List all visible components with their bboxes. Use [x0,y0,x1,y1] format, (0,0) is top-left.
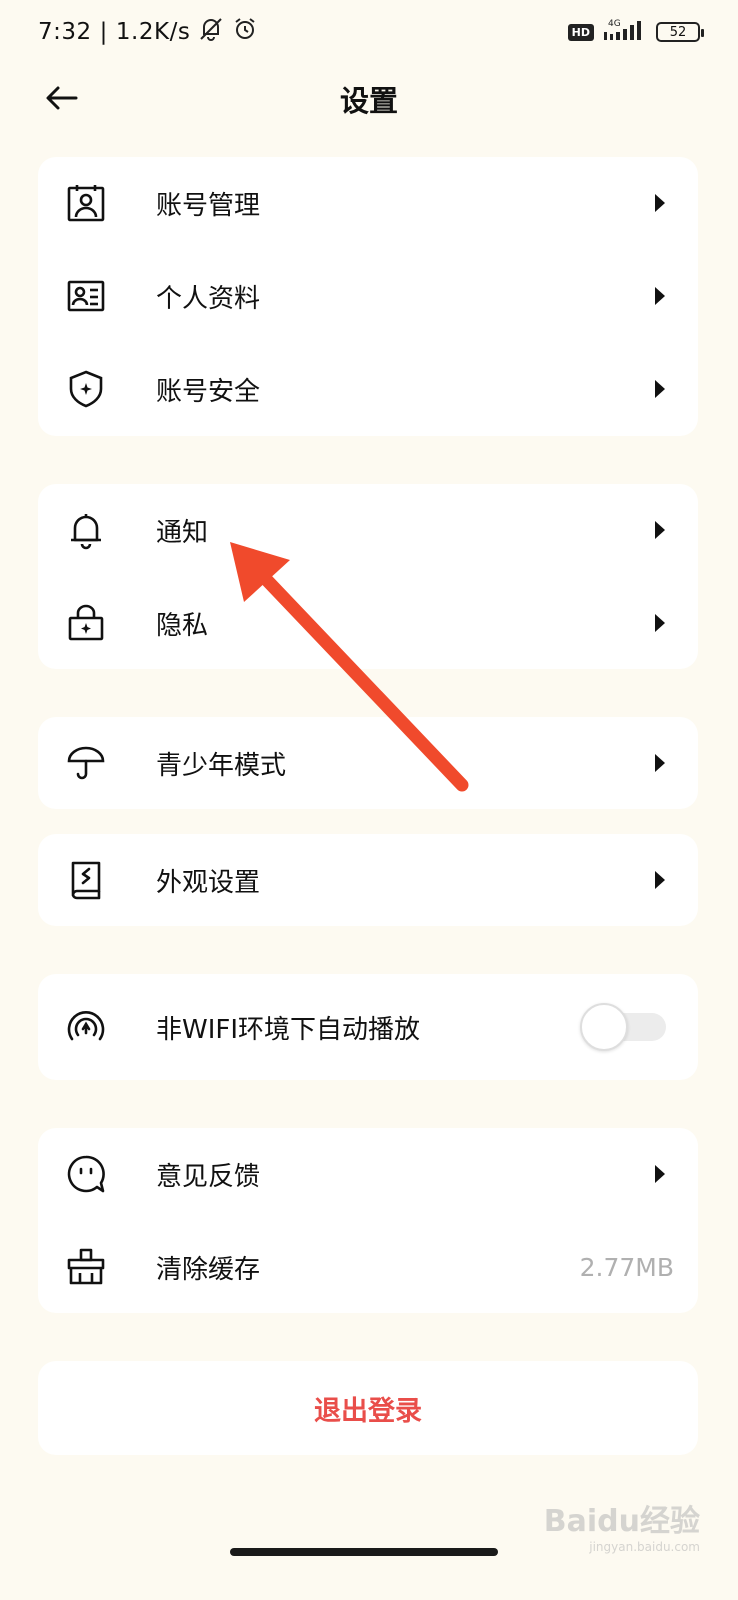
umbrella-icon [64,741,108,785]
feedback-row[interactable]: 意见反馈 [38,1128,698,1220]
appearance-card: 外观设置 [38,834,698,926]
page-title: 设置 [339,84,398,118]
home-indicator[interactable] [230,1548,498,1556]
account-security-label: 账号安全 [156,376,261,407]
appearance-row[interactable]: 外观设置 [38,834,698,926]
status-separator: | [99,19,108,45]
status-bar: 7:32 | 1.2K/s HD 4G 52 [0,0,738,64]
battery-indicator: 52 [656,22,704,42]
profile-card-icon [64,274,108,318]
status-left: 7:32 | 1.2K/s [38,16,258,48]
mute-icon [198,16,224,48]
watermark-brand: Baidu经验 [543,1504,700,1539]
youth-mode-row[interactable]: 青少年模式 [38,717,698,809]
network-type: 4G [608,19,621,29]
alarm-icon [232,16,258,48]
account-card-icon [64,181,108,225]
feedback-label: 意见反馈 [156,1161,261,1192]
watermark-url: jingyan.baidu.com [589,1540,700,1554]
status-net-speed: 1.2K/s [115,19,191,45]
account-management-row[interactable]: 账号管理 [38,157,698,249]
autoplay-card: 非WIFI环境下自动播放 [38,974,698,1080]
autoplay-row: 非WIFI环境下自动播放 [38,981,698,1073]
signal-icon: 4G [602,18,648,46]
youth-mode-card: 青少年模式 [38,717,698,809]
appearance-label: 外观设置 [156,867,261,898]
chevron-right-icon [652,284,668,308]
chat-face-icon [64,1152,108,1196]
logout-button[interactable]: 退出登录 [38,1361,698,1455]
hd-badge: HD [567,23,594,41]
bell-icon [64,508,108,552]
cache-size-value: 2.77MB [579,1252,674,1282]
signal-play-icon [64,1005,108,1049]
baidu-watermark: Baidu经验 jingyan.baidu.com [544,1496,700,1554]
nav-bar: 设置 [0,64,738,130]
status-right: HD 4G 52 [567,18,704,46]
notify-privacy-card: 通知 隐私 [38,484,698,669]
chevron-right-icon [652,518,668,542]
book-icon [64,858,108,902]
profile-row[interactable]: 个人资料 [38,250,698,342]
status-time: 7:32 [38,19,92,45]
privacy-label: 隐私 [156,610,209,641]
chevron-right-icon [652,377,668,401]
youth-mode-label: 青少年模式 [156,750,287,781]
autoplay-label: 非WIFI环境下自动播放 [156,1014,420,1045]
profile-label: 个人资料 [156,283,261,314]
chevron-right-icon [652,751,668,775]
broom-icon [64,1245,108,1289]
misc-card: 意见反馈 清除缓存 2.77MB [38,1128,698,1313]
chevron-right-icon [652,611,668,635]
chevron-right-icon [652,1162,668,1186]
clear-cache-label: 清除缓存 [156,1254,261,1285]
lock-icon [64,601,108,645]
chevron-right-icon [652,191,668,215]
shield-icon [64,367,108,411]
notification-row[interactable]: 通知 [38,484,698,576]
account-settings-card: 账号管理 个人资料 账号安全 [38,157,698,436]
chevron-right-icon [652,868,668,892]
autoplay-toggle[interactable] [580,1003,668,1051]
privacy-row[interactable]: 隐私 [38,577,698,669]
notification-label: 通知 [156,517,209,548]
toggle-knob [580,1003,628,1051]
clear-cache-row[interactable]: 清除缓存 2.77MB [38,1221,698,1313]
account-security-row[interactable]: 账号安全 [38,343,698,435]
account-management-label: 账号管理 [156,190,261,221]
